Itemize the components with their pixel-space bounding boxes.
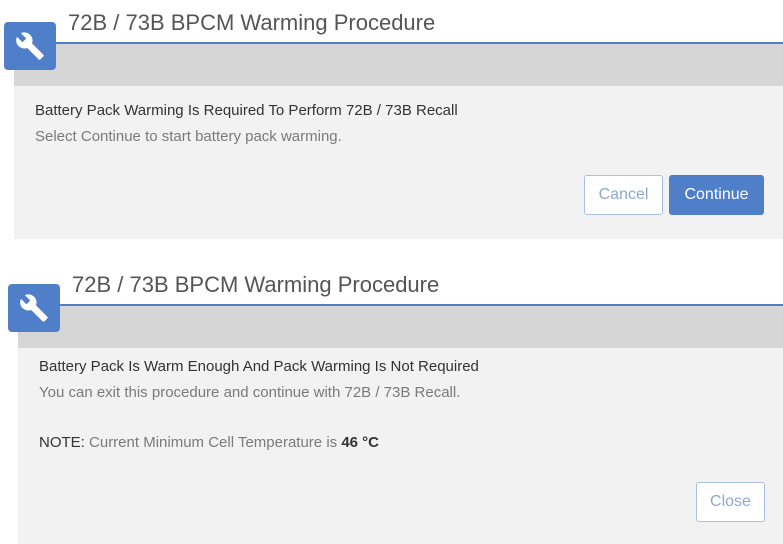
warming-required-dialog: 72B / 73B BPCM Warming Procedure Battery… — [4, 0, 783, 239]
cancel-button[interactable]: Cancel — [584, 175, 663, 215]
note-text: Current Minimum Cell Temperature is — [89, 434, 338, 451]
dialog-titlebar: 72B / 73B BPCM Warming Procedure — [18, 262, 783, 305]
temperature-value: 46 °C — [341, 434, 380, 451]
dialog-titlebar: 72B / 73B BPCM Warming Procedure — [14, 0, 783, 43]
temperature-note: NOTE: Current Minimum Cell Temperature i… — [39, 434, 379, 451]
close-button[interactable]: Close — [696, 482, 765, 522]
dialog-title: 72B / 73B BPCM Warming Procedure — [68, 10, 436, 35]
continue-button[interactable]: Continue — [669, 175, 764, 215]
header-band — [18, 306, 783, 348]
message-body: Select Continue to start battery pack wa… — [35, 128, 342, 145]
message-title: Battery Pack Is Warm Enough And Pack War… — [39, 358, 479, 375]
message-title: Battery Pack Warming Is Required To Perf… — [35, 102, 458, 119]
warming-not-required-dialog: 72B / 73B BPCM Warming Procedure Battery… — [8, 262, 783, 544]
wrench-icon — [8, 284, 60, 332]
header-band — [14, 44, 783, 86]
wrench-icon — [4, 22, 56, 70]
note-label: NOTE: — [39, 434, 85, 451]
dialog-title: 72B / 73B BPCM Warming Procedure — [72, 272, 440, 297]
message-body: You can exit this procedure and continue… — [39, 384, 461, 401]
